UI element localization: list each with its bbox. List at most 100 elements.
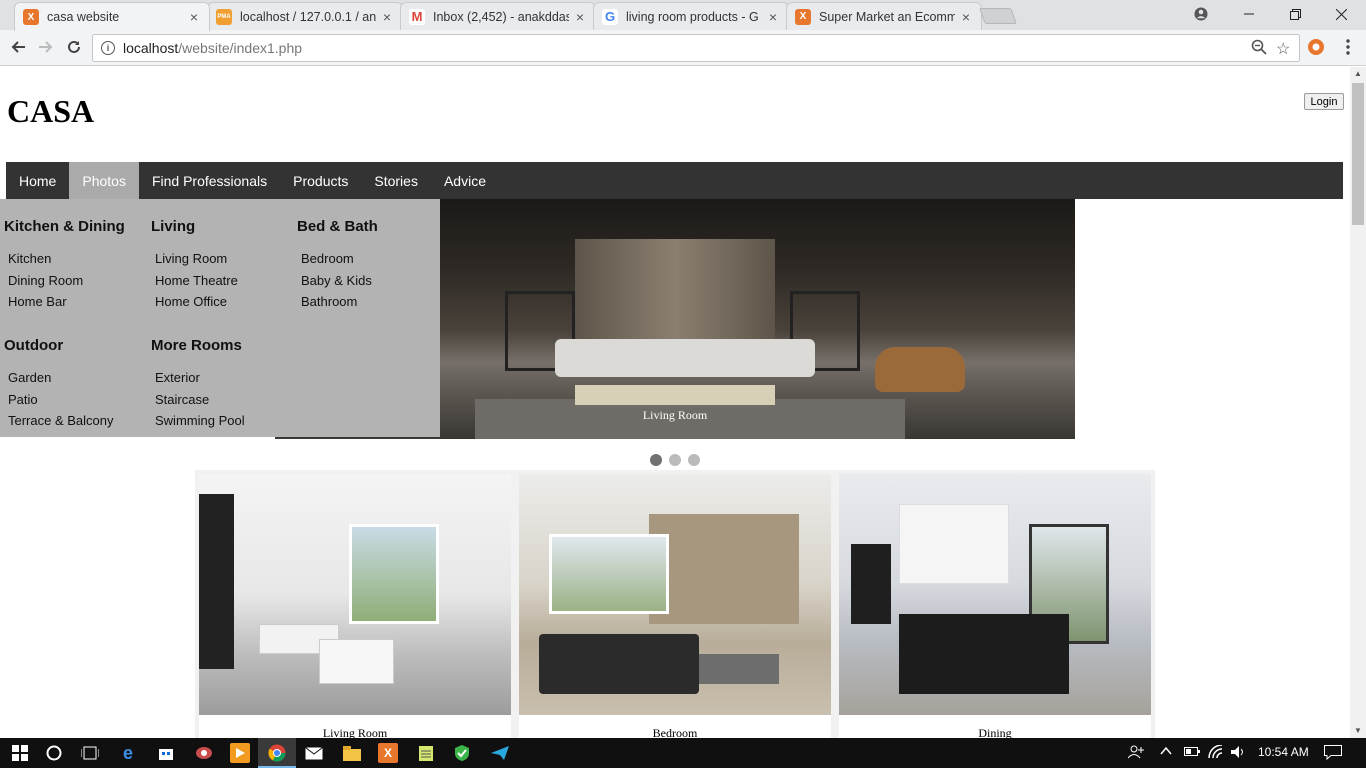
send-icon[interactable] — [490, 743, 510, 763]
close-icon[interactable]: × — [766, 9, 780, 25]
wifi-icon[interactable] — [1208, 744, 1224, 761]
close-icon[interactable]: × — [187, 9, 201, 25]
page-viewport: CASA Login Home Photos Find Professional… — [0, 67, 1350, 738]
mega-link-kitchen[interactable]: Kitchen — [8, 248, 125, 270]
photo-gallery: Living Room Bedroom Dining — [195, 470, 1155, 738]
card-caption: Bedroom — [652, 726, 698, 738]
mega-heading[interactable]: More Rooms — [151, 337, 245, 354]
mega-link-patio[interactable]: Patio — [8, 389, 114, 411]
close-icon[interactable]: × — [959, 9, 973, 25]
close-window-icon[interactable] — [1318, 0, 1364, 28]
mega-link-swimming-pool[interactable]: Swimming Pool — [155, 410, 245, 432]
mega-link-bathroom[interactable]: Bathroom — [301, 291, 378, 313]
mail-icon[interactable] — [304, 743, 324, 763]
chrome-icon[interactable] — [267, 743, 287, 763]
nav-products[interactable]: Products — [280, 162, 361, 199]
tab-super-market[interactable]: X Super Market an Ecomm × — [786, 2, 982, 30]
task-view-icon[interactable] — [80, 743, 100, 763]
new-tab-button[interactable] — [979, 8, 1017, 24]
slider-dots — [650, 454, 700, 466]
mega-link-staircase[interactable]: Staircase — [155, 389, 245, 411]
volume-icon[interactable] — [1231, 745, 1247, 762]
zoom-icon[interactable] — [1251, 39, 1267, 60]
mega-link-garden[interactable]: Garden — [8, 367, 114, 389]
card-caption: Living Room — [322, 726, 388, 738]
url-path: /website/index1.php — [178, 40, 303, 56]
scrollbar-thumb[interactable] — [1352, 83, 1364, 225]
mega-link-baby-kids[interactable]: Baby & Kids — [301, 270, 378, 292]
back-arrow-icon[interactable] — [6, 35, 30, 59]
people-icon[interactable] — [1127, 745, 1144, 762]
battery-icon[interactable] — [1184, 745, 1200, 760]
living-room-photo — [199, 474, 511, 715]
windows-taskbar: e X 10:54 AM — [0, 738, 1366, 768]
browser-toolbar: i localhost/website/index1.php ☆ — [0, 30, 1366, 66]
extension-icon[interactable] — [1304, 35, 1328, 59]
store-icon[interactable] — [156, 743, 176, 763]
tab-phpmyadmin[interactable]: PMA localhost / 127.0.0.1 / an × — [207, 2, 403, 30]
minimize-icon[interactable] — [1226, 0, 1272, 28]
notifications-icon[interactable] — [1324, 745, 1342, 763]
mega-link-living-room[interactable]: Living Room — [155, 248, 238, 270]
menu-kebab-icon[interactable] — [1336, 35, 1360, 59]
tab-google-search[interactable]: G living room products - G × — [593, 2, 789, 30]
restore-icon[interactable] — [1272, 0, 1318, 28]
mega-heading[interactable]: Kitchen & Dining — [4, 218, 125, 235]
gmail-favicon-icon: M — [409, 8, 425, 25]
edge-icon[interactable]: e — [118, 743, 138, 763]
app-icon[interactable] — [194, 743, 214, 763]
mega-link-bedroom[interactable]: Bedroom — [301, 248, 378, 270]
close-icon[interactable]: × — [380, 9, 394, 25]
media-icon[interactable] — [230, 743, 250, 763]
nav-advice[interactable]: Advice — [431, 162, 499, 199]
login-button[interactable]: Login — [1304, 93, 1344, 110]
reload-icon[interactable] — [62, 35, 86, 59]
dining-photo — [839, 474, 1151, 715]
google-favicon-icon: G — [602, 8, 618, 25]
nav-stories[interactable]: Stories — [361, 162, 431, 199]
tab-title: casa website — [47, 10, 120, 24]
mega-heading[interactable]: Outdoor — [4, 337, 114, 354]
profile-icon[interactable] — [1178, 0, 1224, 28]
info-icon[interactable]: i — [101, 41, 115, 55]
site-logo[interactable]: CASA — [7, 93, 94, 130]
gallery-card-living-room[interactable]: Living Room — [199, 474, 511, 738]
mega-link-exterior[interactable]: Exterior — [155, 367, 245, 389]
scroll-down-icon[interactable]: ▼ — [1350, 724, 1366, 738]
xampp-favicon-icon: X — [23, 9, 39, 25]
cortana-icon[interactable] — [44, 743, 64, 763]
close-icon[interactable]: × — [573, 9, 587, 25]
mega-link-home-theatre[interactable]: Home Theatre — [155, 270, 238, 292]
mega-link-terrace-balcony[interactable]: Terrace & Balcony — [8, 410, 114, 432]
gallery-card-bedroom[interactable]: Bedroom — [519, 474, 831, 738]
slider-dot-1[interactable] — [650, 454, 662, 466]
tab-title: localhost / 127.0.0.1 / an — [240, 9, 376, 24]
forward-arrow-icon[interactable] — [34, 35, 58, 59]
phpmyadmin-favicon-icon: PMA — [216, 8, 232, 25]
tab-title: Inbox (2,452) - anakddas — [433, 9, 569, 24]
mega-heading[interactable]: Bed & Bath — [297, 218, 378, 235]
nav-photos[interactable]: Photos — [69, 162, 139, 199]
bookmark-star-icon[interactable]: ☆ — [1276, 39, 1290, 59]
xampp-icon[interactable]: X — [378, 743, 398, 763]
page-scrollbar[interactable]: ▲ ▼ — [1350, 67, 1366, 738]
slider-dot-2[interactable] — [669, 454, 681, 466]
slider-dot-3[interactable] — [688, 454, 700, 466]
tab-casa-website[interactable]: X casa website × — [14, 2, 210, 31]
mega-link-home-office[interactable]: Home Office — [155, 291, 238, 313]
shield-icon[interactable] — [452, 743, 472, 763]
mega-link-dining-room[interactable]: Dining Room — [8, 270, 125, 292]
clock[interactable]: 10:54 AM — [1258, 745, 1309, 759]
address-bar[interactable]: i localhost/website/index1.php ☆ — [92, 34, 1300, 62]
notepad-icon[interactable] — [416, 743, 436, 763]
explorer-icon[interactable] — [342, 743, 362, 763]
nav-find-professionals[interactable]: Find Professionals — [139, 162, 280, 199]
chevron-up-icon[interactable] — [1160, 745, 1172, 760]
nav-home[interactable]: Home — [6, 162, 69, 199]
scroll-up-icon[interactable]: ▲ — [1350, 67, 1366, 81]
gallery-card-dining[interactable]: Dining — [839, 474, 1151, 738]
windows-start-icon[interactable] — [10, 743, 30, 763]
tab-gmail-inbox[interactable]: M Inbox (2,452) - anakddas × — [400, 2, 596, 30]
mega-link-home-bar[interactable]: Home Bar — [8, 291, 125, 313]
mega-heading[interactable]: Living — [151, 218, 238, 235]
